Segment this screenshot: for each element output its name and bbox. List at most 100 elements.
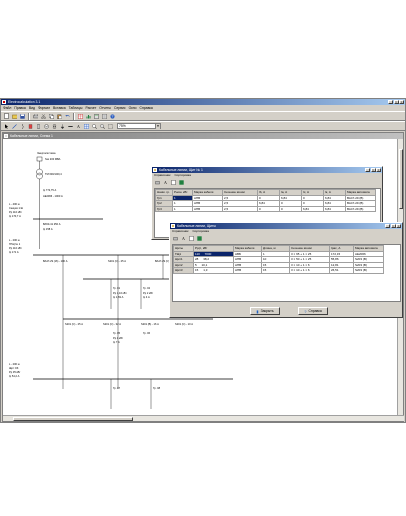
dialog1-maximize-button[interactable]: □ xyxy=(370,168,376,172)
horizontal-scroll-thumb[interactable] xyxy=(13,416,133,421)
report-icon[interactable] xyxy=(170,179,177,186)
motor-icon[interactable]: M xyxy=(43,123,50,130)
table-icon[interactable] xyxy=(77,113,84,120)
select-icon[interactable] xyxy=(3,123,10,130)
vertical-scroll-thumb[interactable] xyxy=(398,149,403,209)
dialog1-menu-sort[interactable]: Сортировка xyxy=(175,173,191,178)
load-icon[interactable] xyxy=(59,123,66,130)
transformer-icon[interactable] xyxy=(51,123,58,130)
text-icon[interactable]: A xyxy=(75,123,82,130)
zoom-combo[interactable]: 75% ▼ xyxy=(117,123,161,129)
source-power: Sкз 200 МВА xyxy=(45,157,61,161)
dialog2-minimize-button[interactable]: _ xyxy=(385,224,390,228)
help-icon[interactable]: ? xyxy=(109,113,116,120)
export-icon[interactable] xyxy=(196,235,203,242)
close-button[interactable]: × xyxy=(399,100,404,104)
minimize-button[interactable]: _ xyxy=(388,100,393,104)
paste-icon[interactable] xyxy=(56,113,63,120)
dialog2-close-button[interactable]: × xyxy=(396,224,401,228)
print-icon[interactable] xyxy=(172,235,179,242)
drawing-toolbar: M A 75% ▼ xyxy=(1,121,405,131)
node-left-line-2: Pр 110 кВт xyxy=(9,210,23,214)
zoom-out-icon[interactable] xyxy=(99,123,106,130)
calc-icon[interactable] xyxy=(93,113,100,120)
fuse-icon[interactable] xyxy=(35,123,42,130)
table-cell[interactable]: АПВ xyxy=(192,205,223,212)
table-cell[interactable]: Щит3 xyxy=(173,267,194,274)
open-icon[interactable] xyxy=(11,113,18,120)
cell-part: 110 xyxy=(195,251,200,256)
dialog2-menu-sort[interactable]: Сортировка xyxy=(193,229,209,234)
main-toolbar: ? xyxy=(1,111,405,121)
svg-text:?: ? xyxy=(112,114,114,118)
table-cell[interactable]: 3 × 10 + 1 × 6 xyxy=(289,267,330,274)
transformer-winding-lv xyxy=(36,172,43,180)
feeder-breaker: АЕ2066 - 1000 А xyxy=(43,194,63,198)
table-window-icon xyxy=(171,224,175,228)
copy-icon[interactable] xyxy=(48,113,55,120)
cell-part: 7000 xyxy=(204,251,212,256)
toolbar-separator xyxy=(28,112,30,120)
chevron-down-icon[interactable]: ▼ xyxy=(155,124,160,129)
export-icon[interactable] xyxy=(178,179,185,186)
table-cell[interactable]: S203 (B) xyxy=(353,267,384,274)
switch-icon[interactable] xyxy=(19,123,26,130)
source-label: Энергосистема xyxy=(37,151,56,155)
zoom-in-icon[interactable] xyxy=(91,123,98,130)
table-window-icon xyxy=(153,168,157,172)
boards-cables-dialog-title: Кабельные линии, Щиты xyxy=(177,224,216,228)
undo-icon[interactable] xyxy=(64,113,71,120)
fit-icon[interactable] xyxy=(107,123,114,130)
table-cell[interactable]: 6,84 xyxy=(323,205,346,212)
table-cell[interactable]: 0 xyxy=(279,205,302,212)
dialog1-close-button[interactable]: × xyxy=(376,168,381,172)
dialog2-maximize-button[interactable]: □ xyxy=(390,224,396,228)
chart-icon[interactable] xyxy=(85,113,92,120)
table-cell[interactable]: 0 xyxy=(257,205,280,212)
print-icon[interactable] xyxy=(154,179,161,186)
window-controls: _ □ × xyxy=(388,100,404,104)
table-cell[interactable]: Гр3 xyxy=(155,205,173,212)
save-icon[interactable] xyxy=(19,113,26,120)
print-icon[interactable] xyxy=(32,113,39,120)
table-cell[interactable]: АПВ xyxy=(233,267,262,274)
bus-icon[interactable] xyxy=(67,123,74,130)
table-cell[interactable]: ВА47-29 (В) xyxy=(345,205,376,212)
table-cell[interactable]: 2,5 xyxy=(222,205,258,212)
branch-label-8: Гр. 08 xyxy=(153,386,161,390)
cut-icon[interactable] xyxy=(40,113,47,120)
branch-power-2: Pр 2 кВт xyxy=(143,291,154,295)
boards-cables-table: Щиты Рр(c, кВт Марка кабеля Длина, м Сеч… xyxy=(172,244,401,302)
text-icon[interactable]: A xyxy=(180,235,187,242)
report-icon[interactable] xyxy=(101,113,108,120)
dialog1-minimize-button[interactable]: _ xyxy=(365,168,370,172)
table-cell[interactable]: 1 xyxy=(172,205,193,212)
table-row[interactable]: Гр3 1 АПВ 2,5 0 0 6,84 6,84 ВА47-29 (В) xyxy=(155,205,376,212)
table-row[interactable]: Щит3 15 1,3 АПВ 15 3 × 10 + 1 × 6 26,51 … xyxy=(173,267,384,274)
app-title: Electrocalculation 3.1 xyxy=(8,100,41,104)
branch-current-2: Iр 4 А xyxy=(143,295,150,299)
boards-cables-dialog: Кабельные линии, Щиты _ □ × Справочник С… xyxy=(169,222,403,318)
line-icon[interactable] xyxy=(11,123,18,130)
table-cell[interactable]: 15 1,3 xyxy=(193,267,234,274)
grid-icon[interactable] xyxy=(83,123,90,130)
report-icon[interactable] xyxy=(188,235,195,242)
text-icon[interactable]: A xyxy=(162,179,169,186)
dialog2-menu-reference[interactable]: Справочник xyxy=(172,229,189,234)
node-left-line-1: Секция 1 Ш xyxy=(9,206,24,210)
horizontal-scrollbar[interactable] xyxy=(3,415,404,421)
branch-label-1: Гр. 01 xyxy=(113,286,121,290)
dialog2-window-controls: _ □ × xyxy=(385,224,401,228)
cell-part: 38,2 xyxy=(203,257,210,262)
help-dialog-button[interactable]: ? Справка xyxy=(298,307,328,315)
maximize-button[interactable]: □ xyxy=(393,100,399,104)
breaker-row-1: S201 (C) - 25 А xyxy=(108,259,126,263)
dialog1-menu-reference[interactable]: Справочник xyxy=(154,173,171,178)
close-dialog-button[interactable]: ▮ Закрыть xyxy=(250,307,280,315)
new-icon[interactable] xyxy=(3,113,10,120)
table-cell[interactable]: 15 xyxy=(261,267,290,274)
cell-part: 10,1 xyxy=(201,262,208,267)
table-cell[interactable]: 6,84 xyxy=(301,205,324,212)
table-cell[interactable]: 26,51 xyxy=(329,267,354,274)
breaker-icon[interactable] xyxy=(27,123,34,130)
